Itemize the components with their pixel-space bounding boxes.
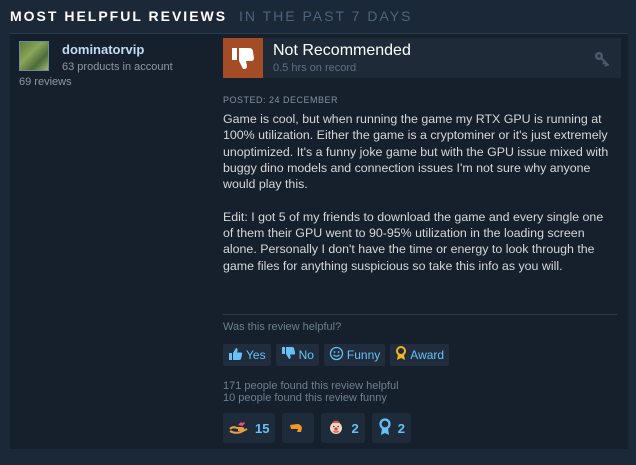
reviewer-products[interactable]: 63 products in account bbox=[62, 61, 173, 73]
review-body: Game is cool, but when running the game … bbox=[223, 112, 609, 273]
avatar[interactable] bbox=[19, 41, 49, 71]
award-count: 15 bbox=[255, 420, 270, 436]
smiley-icon bbox=[329, 346, 344, 364]
yes-label: Yes bbox=[246, 348, 266, 362]
section-title: MOST HELPFUL REVIEWS bbox=[10, 8, 228, 24]
no-button[interactable]: No bbox=[275, 344, 319, 366]
review-card: dominatorvip 63 products in account 69 r… bbox=[10, 33, 628, 449]
thumbs-down-small-icon bbox=[281, 347, 296, 363]
key-icon bbox=[593, 50, 611, 73]
award-count: 2 bbox=[397, 420, 405, 436]
reviewer-username[interactable]: dominatorvip bbox=[62, 42, 144, 57]
award-button[interactable]: Award bbox=[390, 344, 450, 366]
medal-icon bbox=[378, 417, 392, 439]
divider bbox=[223, 314, 617, 315]
hours-on-record: 0.5 hrs on record bbox=[273, 62, 357, 74]
reviewer-review-count[interactable]: 69 reviews bbox=[19, 76, 72, 88]
helpful-question: Was this review helpful? bbox=[223, 321, 342, 333]
thumbs-up-icon bbox=[228, 347, 243, 363]
award-clown[interactable]: 2 bbox=[321, 413, 365, 443]
hand-heart-icon bbox=[229, 420, 249, 437]
award-hand-heart[interactable]: 15 bbox=[223, 413, 276, 443]
funny-count: 10 people found this review funny bbox=[223, 392, 387, 404]
awards-row: 15 2 2 bbox=[223, 413, 411, 443]
clown-face-icon bbox=[327, 418, 345, 439]
arm-icon bbox=[288, 420, 308, 437]
thumbs-down-icon bbox=[223, 38, 263, 78]
award-count: 2 bbox=[351, 420, 359, 436]
section-header: MOST HELPFUL REVIEWS IN THE PAST 7 DAYS bbox=[10, 8, 412, 24]
award-arm[interactable] bbox=[282, 413, 315, 443]
award-medal[interactable]: 2 bbox=[371, 413, 411, 443]
review-verdict[interactable]: Not Recommended 0.5 hrs on record bbox=[223, 38, 621, 78]
helpful-count: 171 people found this review helpful bbox=[223, 380, 399, 392]
yes-button[interactable]: Yes bbox=[223, 344, 271, 366]
award-icon bbox=[395, 346, 407, 364]
award-label: Award bbox=[410, 348, 445, 362]
verdict-label: Not Recommended bbox=[273, 42, 411, 59]
posted-date: POSTED: 24 DECEMBER bbox=[223, 95, 339, 105]
funny-label: Funny bbox=[346, 348, 381, 362]
no-label: No bbox=[298, 348, 314, 362]
vote-buttons: Yes No Funny Award bbox=[223, 344, 450, 366]
vote-counts: 171 people found this review helpful 10 … bbox=[223, 380, 399, 404]
funny-button[interactable]: Funny bbox=[323, 344, 386, 366]
section-subtitle: IN THE PAST 7 DAYS bbox=[238, 8, 413, 24]
